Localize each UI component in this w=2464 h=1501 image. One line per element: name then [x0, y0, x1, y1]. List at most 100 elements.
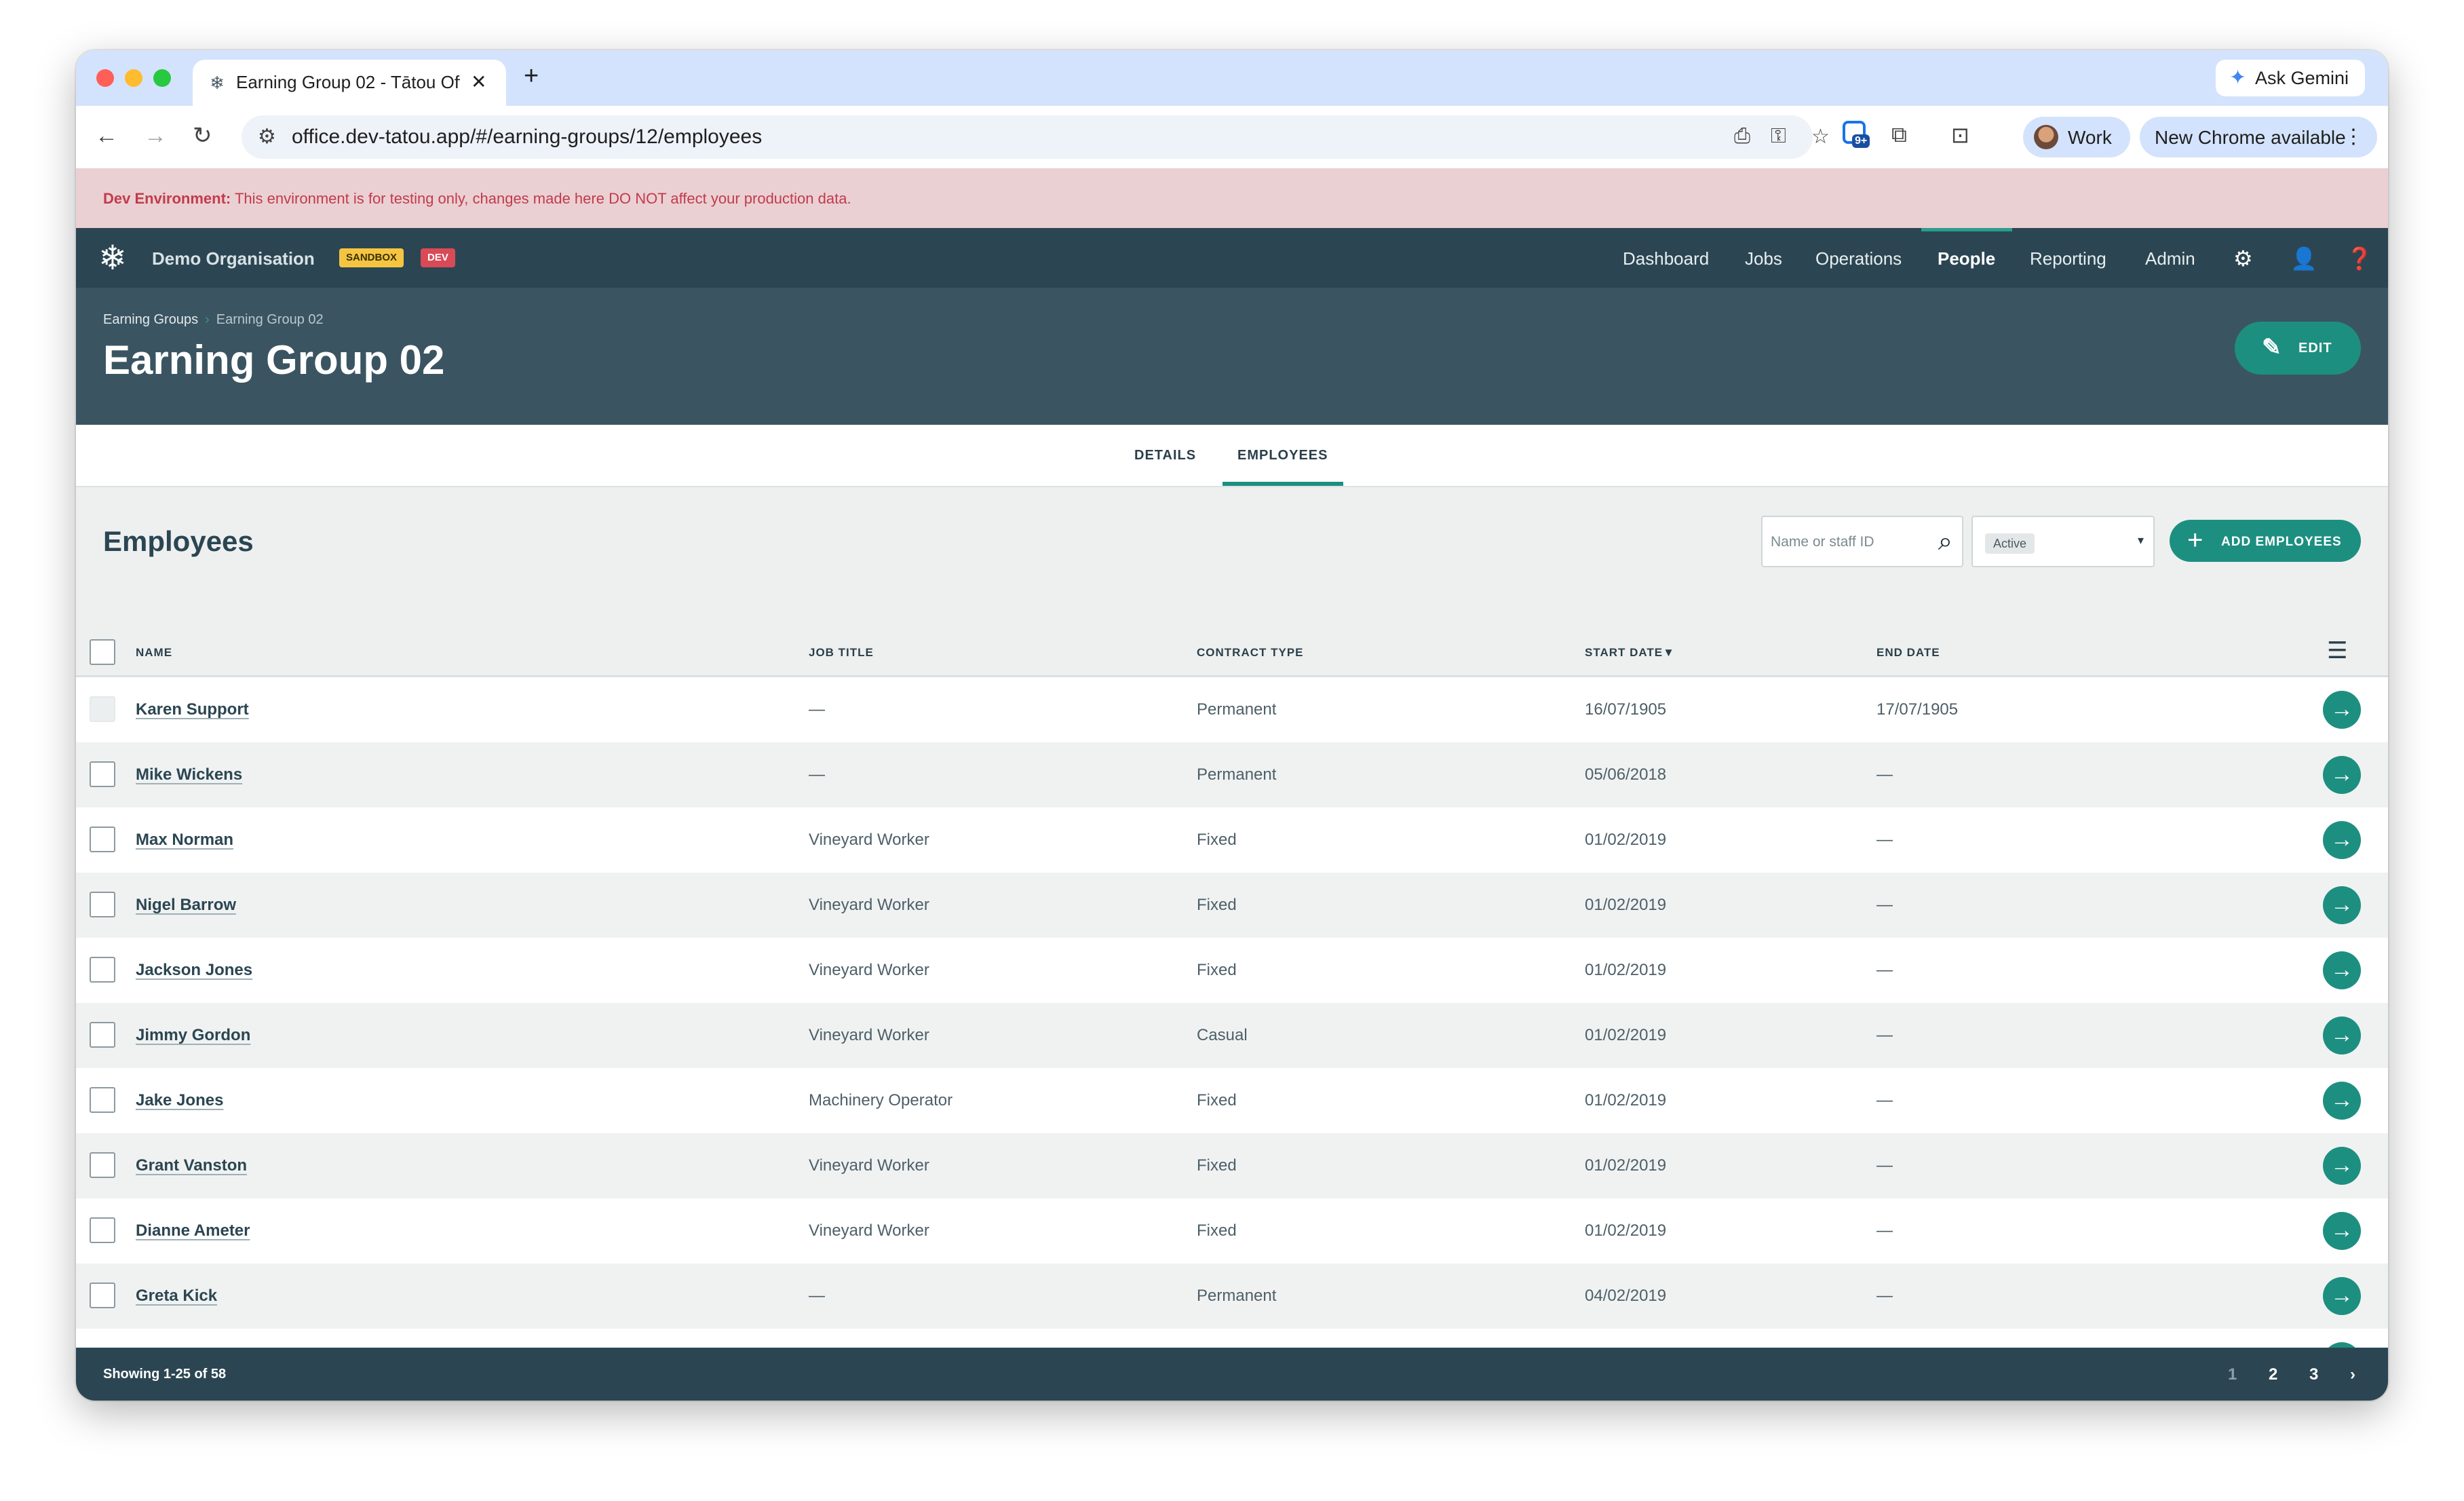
page-1-link[interactable]: 1	[2228, 1365, 2237, 1384]
bookmark-star-icon[interactable]: ☆	[1811, 125, 1830, 149]
table-row[interactable]: Grant Vanston Vineyard Worker Fixed 01/02/2…	[76, 1133, 2388, 1198]
reload-icon[interactable]: ↻	[193, 122, 212, 149]
column-header-name[interactable]: NAME	[136, 646, 172, 660]
nav-item-admin[interactable]: Admin	[2145, 248, 2195, 269]
column-header-start-date[interactable]: START DATE▼	[1585, 646, 1675, 660]
extensions-puzzle-icon[interactable]: ⧉	[1891, 122, 1907, 148]
search-input[interactable]	[1771, 531, 1920, 554]
nav-item-dashboard[interactable]: Dashboard	[1623, 248, 1709, 269]
open-employee-arrow-icon[interactable]: →	[2323, 1147, 2361, 1185]
ask-gemini-button[interactable]: ✦ Ask Gemini	[2215, 60, 2365, 96]
help-icon[interactable]: ❓	[2346, 246, 2373, 271]
employee-name-link[interactable]: Greta Kick	[136, 1287, 217, 1306]
end-date-cell: —	[1876, 1156, 1893, 1175]
select-all-checkbox[interactable]	[90, 639, 115, 665]
tab-employees[interactable]: EMPLOYEES	[1237, 448, 1328, 463]
column-header-end-date[interactable]: END DATE	[1876, 646, 1940, 660]
row-checkbox[interactable]	[90, 957, 115, 983]
open-employee-arrow-icon[interactable]: →	[2323, 951, 2361, 989]
tatou-logo-icon[interactable]: ❄	[95, 240, 130, 276]
open-employee-arrow-icon[interactable]: →	[2323, 1016, 2361, 1054]
forward-arrow-icon[interactable]: →	[144, 122, 167, 149]
table-row[interactable]: Max Norman Vineyard Worker Fixed 01/02/2019…	[76, 808, 2388, 873]
page-2-link[interactable]: 2	[2269, 1365, 2277, 1384]
table-row[interactable]: Greta Kick — Permanent 04/02/2019 — →	[76, 1264, 2388, 1329]
minimize-window-button[interactable]	[125, 69, 142, 87]
nav-item-people[interactable]: People	[1938, 248, 1995, 269]
employee-name-link[interactable]: Jake Jones	[136, 1091, 223, 1110]
row-checkbox[interactable]	[90, 892, 115, 917]
column-header-job-title[interactable]: JOB TITLE	[809, 646, 874, 660]
next-page-chevron-icon[interactable]: ›	[2350, 1365, 2355, 1384]
employee-name-link[interactable]: Mike Wickens	[136, 765, 242, 784]
address-bar[interactable]: ⚙ office.dev-tatou.app/#/earning-groups/…	[242, 115, 1830, 159]
profile-button[interactable]: Work	[2023, 117, 2130, 157]
password-key-icon[interactable]: ⚿	[1771, 125, 1786, 148]
open-employee-arrow-icon[interactable]: →	[2323, 756, 2361, 794]
table-row[interactable]: Karen Support — Permanent 16/07/1905 17/07/1…	[76, 677, 2388, 742]
breadcrumb-earning-groups[interactable]: Earning Groups	[103, 312, 198, 327]
row-checkbox[interactable]	[90, 761, 115, 787]
row-checkbox[interactable]	[90, 1152, 115, 1178]
table-row[interactable]: Jimmy Gordon Vineyard Worker Casual 01/02/2…	[76, 1003, 2388, 1068]
table-row[interactable]: Mike Wickens — Permanent 05/06/2018 — →	[76, 742, 2388, 808]
open-employee-arrow-icon[interactable]: →	[2323, 821, 2361, 859]
install-app-icon[interactable]: ⎙	[1734, 125, 1750, 148]
row-checkbox[interactable]	[90, 826, 115, 852]
open-employee-arrow-icon[interactable]: →	[2323, 886, 2361, 924]
job-title-cell: Vineyard Worker	[809, 1156, 929, 1175]
employee-name-link[interactable]: Karen Support	[136, 700, 249, 719]
employee-name-link[interactable]: Max Norman	[136, 831, 233, 850]
employee-name-link[interactable]: Grant Vanston	[136, 1156, 247, 1175]
column-header-contract-type[interactable]: CONTRACT TYPE	[1197, 646, 1304, 660]
back-arrow-icon[interactable]: ←	[95, 122, 118, 149]
column-settings-sliders-icon[interactable]: ☰	[2327, 639, 2347, 662]
sandbox-badge: SANDBOX	[339, 248, 404, 267]
close-tab-icon[interactable]: ✕	[471, 71, 486, 93]
row-checkbox[interactable]	[90, 1022, 115, 1048]
tab-search-icon[interactable]: ⊡	[1951, 122, 1969, 148]
employee-name-link[interactable]: Jackson Jones	[136, 961, 252, 980]
extension-badge-icon[interactable]: 9+	[1840, 118, 1872, 153]
table-row[interactable]: Jake Jones Machinery Operator Fixed 01/02/2…	[76, 1068, 2388, 1133]
site-settings-icon[interactable]: ⚙	[258, 125, 276, 149]
chrome-update-button[interactable]: New Chrome available ⋮	[2140, 117, 2377, 157]
user-profile-icon[interactable]: 👤	[2290, 246, 2317, 271]
table-row[interactable]: Nigel Barrow Vineyard Worker Fixed 01/02/20…	[76, 873, 2388, 938]
end-date-cell: —	[1876, 765, 1893, 784]
status-filter-select[interactable]: Active ▾	[1971, 516, 2155, 567]
open-employee-arrow-icon[interactable]: →	[2323, 1212, 2361, 1250]
plus-icon: +	[2187, 525, 2204, 555]
add-employees-button[interactable]: + ADD EMPLOYEES	[2170, 520, 2361, 562]
open-employee-arrow-icon[interactable]: →	[2323, 691, 2361, 729]
url-text: office.dev-tatou.app/#/earning-groups/12…	[292, 126, 763, 148]
tab-details[interactable]: DETAILS	[1134, 448, 1196, 463]
employee-name-link[interactable]: Jimmy Gordon	[136, 1026, 250, 1045]
employee-name-link[interactable]: Dianne Ameter	[136, 1221, 250, 1240]
settings-gear-icon[interactable]: ⚙	[2233, 246, 2253, 271]
employee-name-link[interactable]: Nigel Barrow	[136, 896, 236, 915]
table-row[interactable]: Jackson Jones Vineyard Worker Fixed 01/02/2…	[76, 938, 2388, 1003]
tab-title: Earning Group 02 - Tātou Offi	[236, 72, 460, 92]
open-employee-arrow-icon[interactable]: →	[2323, 1082, 2361, 1120]
org-name[interactable]: Demo Organisation	[152, 248, 315, 269]
open-employee-arrow-icon[interactable]: →	[2323, 1277, 2361, 1315]
nav-item-reporting[interactable]: Reporting	[2030, 248, 2106, 269]
row-checkbox	[90, 696, 115, 722]
row-checkbox[interactable]	[90, 1217, 115, 1243]
tatou-favicon-icon: ❄	[210, 73, 225, 93]
table-row[interactable]: Dianne Ameter Vineyard Worker Fixed 01/02/2…	[76, 1198, 2388, 1264]
row-checkbox[interactable]	[90, 1087, 115, 1113]
row-checkbox[interactable]	[90, 1282, 115, 1308]
search-icon[interactable]: ⌕	[1938, 528, 1952, 555]
nav-item-jobs[interactable]: Jobs	[1745, 248, 1782, 269]
start-date-cell: 01/02/2019	[1585, 1221, 1667, 1240]
edit-button[interactable]: ✎ EDIT	[2235, 322, 2361, 375]
browser-tab[interactable]: ❄ Earning Group 02 - Tātou Offi ✕	[193, 60, 506, 106]
nav-item-operations[interactable]: Operations	[1815, 248, 1902, 269]
zoom-window-button[interactable]	[153, 69, 171, 87]
search-field[interactable]: ⌕	[1761, 516, 1963, 567]
new-tab-icon[interactable]: +	[524, 61, 539, 91]
page-3-link[interactable]: 3	[2309, 1365, 2318, 1384]
close-window-button[interactable]	[96, 69, 114, 87]
